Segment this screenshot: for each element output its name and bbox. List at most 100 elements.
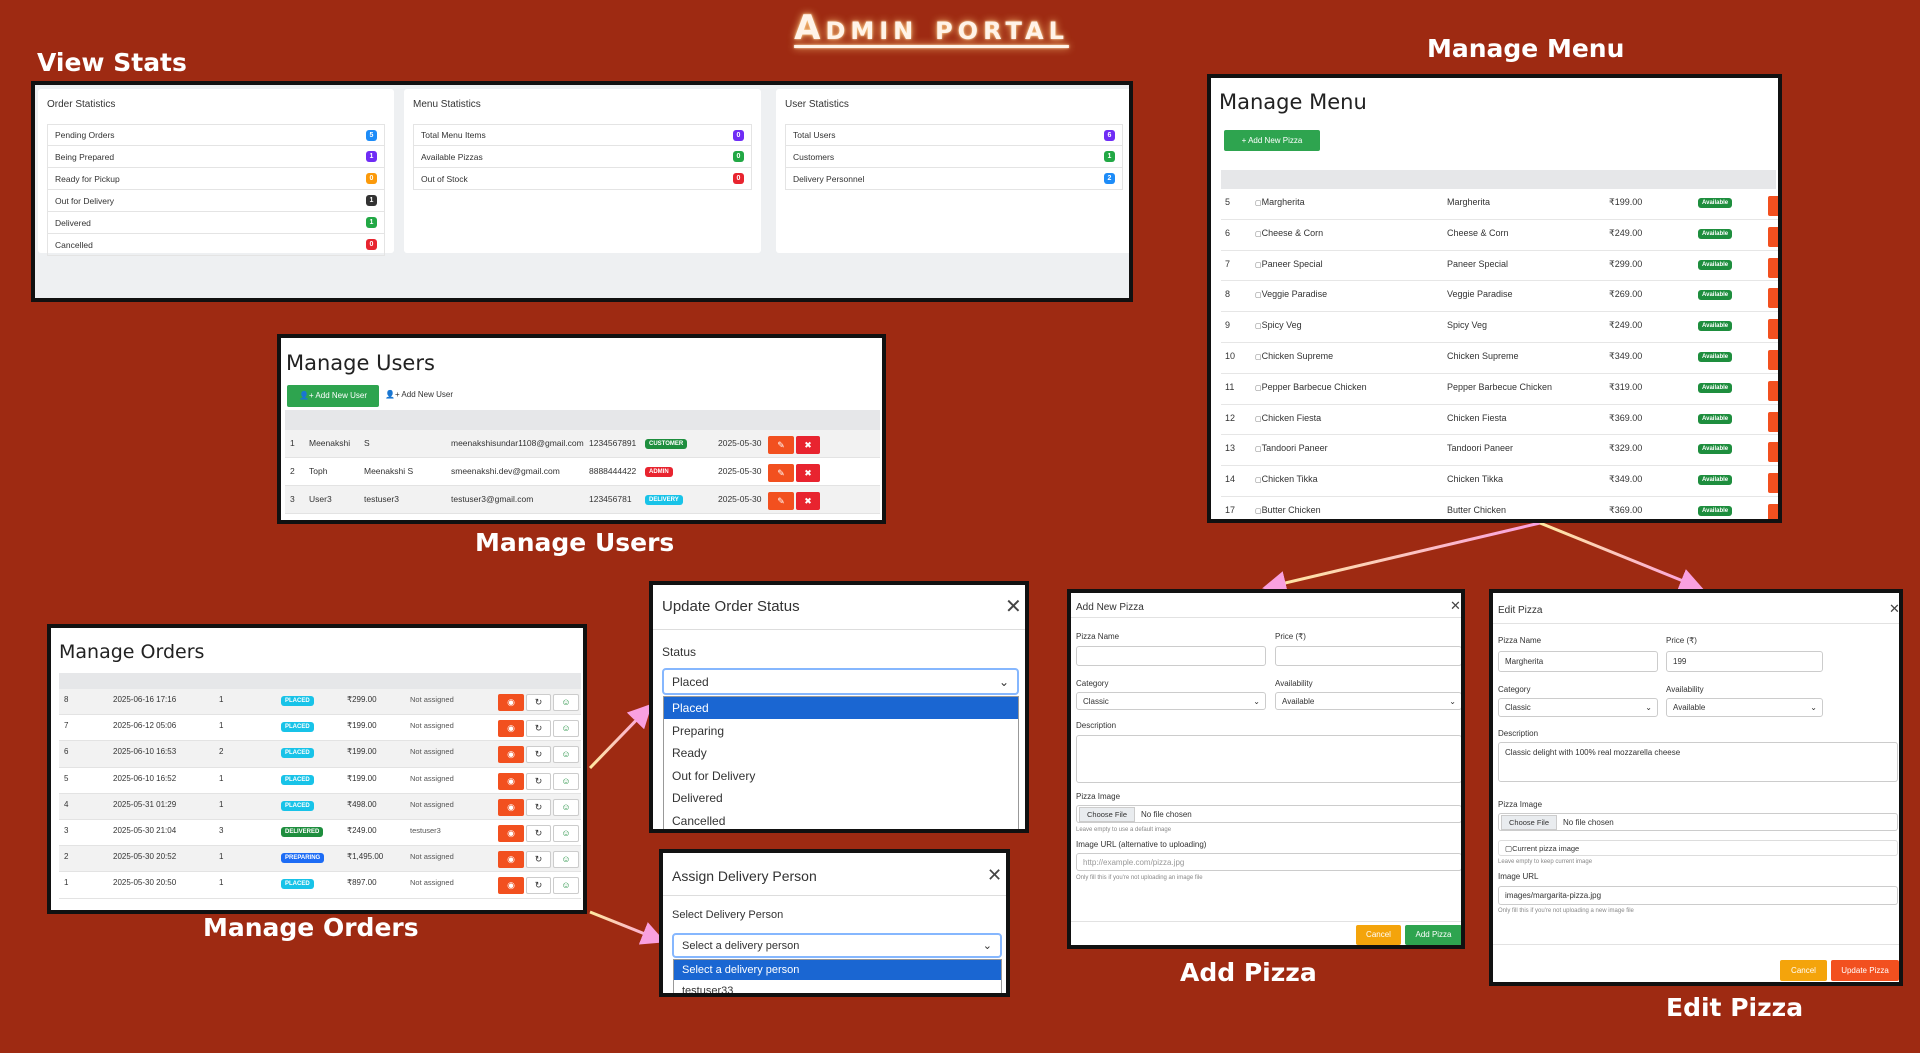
user-email: meenakshisundar1108@gmail.com <box>451 438 584 448</box>
category-select[interactable]: Classic ⌄ <box>1076 692 1266 710</box>
view-order-button[interactable]: ◉ <box>498 772 524 790</box>
assign-delivery-button[interactable]: ☺ <box>553 772 579 790</box>
availability-select[interactable]: Available ⌄ <box>1666 698 1823 717</box>
delivery-option[interactable]: Select a delivery person <box>674 960 1001 980</box>
edit-button[interactable]: ✎ <box>1768 411 1778 432</box>
status-option[interactable]: Out for Delivery <box>664 765 1018 787</box>
assign-delivery-button[interactable]: ☺ <box>553 798 579 816</box>
delivery-option[interactable]: testuser33 <box>674 981 1001 993</box>
edit-button[interactable]: ✎ <box>1768 349 1782 370</box>
update-status-button[interactable]: ↻ <box>526 798 551 816</box>
choose-file-button[interactable]: Choose File <box>1079 806 1136 822</box>
update-status-button[interactable]: ↻ <box>526 877 551 895</box>
description-textarea[interactable] <box>1076 735 1461 783</box>
stat-count-badge: 5 <box>366 129 377 141</box>
assign-delivery-button[interactable]: ☺ <box>553 877 579 895</box>
status-option[interactable]: Delivered <box>664 787 1018 809</box>
menu-row: 13 ▢Tandoori Paneer Tandoori Paneer ₹329.00… <box>1221 435 1778 467</box>
assign-delivery-button[interactable]: ☺ <box>553 694 579 711</box>
choose-file-button[interactable]: Choose File <box>1501 814 1558 830</box>
availability-select[interactable]: Available ⌄ <box>1275 692 1461 710</box>
assign-delivery-button[interactable]: ☺ <box>553 824 579 842</box>
edit-user-button[interactable]: ✎ <box>768 464 794 482</box>
add-pizza-button[interactable]: Add Pizza <box>1405 925 1461 945</box>
status-option[interactable]: Cancelled <box>664 810 1018 829</box>
stat-count-badge: 1 <box>366 195 377 206</box>
status-option[interactable]: Ready <box>664 742 1018 764</box>
delivery-person-select[interactable]: Select a delivery person ⌄ <box>672 933 1002 958</box>
user-stats-title: User Statistics <box>785 99 849 110</box>
add-new-user-button[interactable]: 👤+ Add New User <box>287 385 379 407</box>
delete-user-button[interactable]: ✖ <box>796 436 820 454</box>
update-status-button[interactable]: ↻ <box>526 772 551 790</box>
edit-user-button[interactable]: ✎ <box>768 492 794 510</box>
image-file-input[interactable]: Choose File No file chosen <box>1076 805 1461 823</box>
category-select[interactable]: Classic ⌄ <box>1498 698 1658 717</box>
edit-button[interactable]: ✎ <box>1768 380 1778 401</box>
availability-label: Availability <box>1666 685 1704 694</box>
status-select[interactable]: Placed ⌄ <box>662 668 1019 695</box>
update-pizza-button[interactable]: Update Pizza <box>1831 960 1899 981</box>
edit-button[interactable]: ✎ <box>1768 288 1778 309</box>
manage-menu-panel: Manage Menu + Add New Pizza 5 ▢Margherita… <box>1207 74 1782 523</box>
edit-button[interactable]: ✎ <box>1768 319 1778 340</box>
delete-user-button[interactable]: ✖ <box>796 492 820 510</box>
close-icon[interactable]: ✕ <box>1005 597 1022 617</box>
update-status-button[interactable]: ↻ <box>526 851 551 869</box>
assign-delivery-button[interactable]: ☺ <box>553 851 579 869</box>
delivery-person: Not assigned <box>410 852 454 862</box>
update-status-button[interactable]: ↻ <box>526 824 551 842</box>
delivery-person: Not assigned <box>410 747 454 757</box>
assign-delivery-button[interactable]: ☺ <box>553 746 579 764</box>
availability-label: Availability <box>1275 679 1313 688</box>
update-status-button[interactable]: ↻ <box>526 746 551 764</box>
order-items: 1 <box>219 721 224 731</box>
edit-icon: ✎ <box>1779 355 1782 365</box>
price-input[interactable] <box>1275 646 1461 666</box>
menu-id: 17 <box>1225 504 1236 515</box>
description-label: Description <box>1076 721 1117 730</box>
edit-button[interactable]: ✎ <box>1768 196 1778 216</box>
cancel-button[interactable]: Cancel <box>1780 960 1827 981</box>
view-order-button[interactable]: ◉ <box>498 720 524 738</box>
view-order-button[interactable]: ◉ <box>498 798 524 816</box>
pizza-name-input[interactable]: Margherita <box>1498 651 1658 672</box>
update-status-button[interactable]: ↻ <box>526 720 551 738</box>
status-option[interactable]: Placed <box>664 697 1018 719</box>
view-order-button[interactable]: ◉ <box>498 824 524 842</box>
close-icon[interactable]: ✕ <box>987 866 1002 884</box>
price-input[interactable]: 199 <box>1666 651 1823 672</box>
order-status-badge: PREPARING <box>281 853 325 864</box>
stat-label: Out of Stock <box>421 173 468 184</box>
view-order-button[interactable]: ◉ <box>498 746 524 764</box>
close-icon[interactable]: ✕ <box>1450 599 1461 612</box>
assign-delivery-button[interactable]: ☺ <box>553 720 579 738</box>
image-url-input[interactable]: http://example.com/pizza.jpg <box>1076 853 1461 871</box>
pizza-name-input[interactable] <box>1076 646 1266 666</box>
status-option[interactable]: Preparing <box>664 720 1018 742</box>
image-url-input[interactable]: images/margarita-pizza.jpg <box>1498 886 1898 905</box>
cancel-button[interactable]: Cancel <box>1356 925 1401 945</box>
delete-user-button[interactable]: ✖ <box>796 464 820 482</box>
update-status-button[interactable]: ↻ <box>526 694 551 711</box>
image-file-input[interactable]: Choose File No file chosen <box>1498 813 1898 831</box>
edit-button[interactable]: ✎ <box>1768 503 1778 519</box>
pizza-name: Pepper Barbecue Chicken <box>1447 381 1553 392</box>
edit-button[interactable]: ✎ <box>1768 442 1778 463</box>
edit-button[interactable]: ✎ <box>1768 226 1778 247</box>
view-order-button[interactable]: ◉ <box>498 851 524 869</box>
view-order-button[interactable]: ◉ <box>498 877 524 895</box>
add-new-pizza-button[interactable]: + Add New Pizza <box>1224 130 1320 151</box>
view-order-button[interactable]: ◉ <box>498 694 524 711</box>
edit-user-button[interactable]: ✎ <box>768 436 794 454</box>
close-icon[interactable]: ✕ <box>1889 602 1899 615</box>
add-new-user-link[interactable]: 👤+ Add New User <box>385 390 453 399</box>
refresh-icon: ↻ <box>534 723 543 734</box>
edit-button[interactable]: ✎ <box>1768 473 1778 494</box>
eye-icon: ◉ <box>507 723 515 734</box>
pizza-price: ₹249.00 <box>1609 227 1643 238</box>
user-last: testuser3 <box>364 494 399 504</box>
description-textarea[interactable]: Classic delight with 100% real mozzarell… <box>1498 742 1898 782</box>
edit-button[interactable]: ✎ <box>1768 257 1778 278</box>
edit-icon: ✎ <box>777 496 785 506</box>
